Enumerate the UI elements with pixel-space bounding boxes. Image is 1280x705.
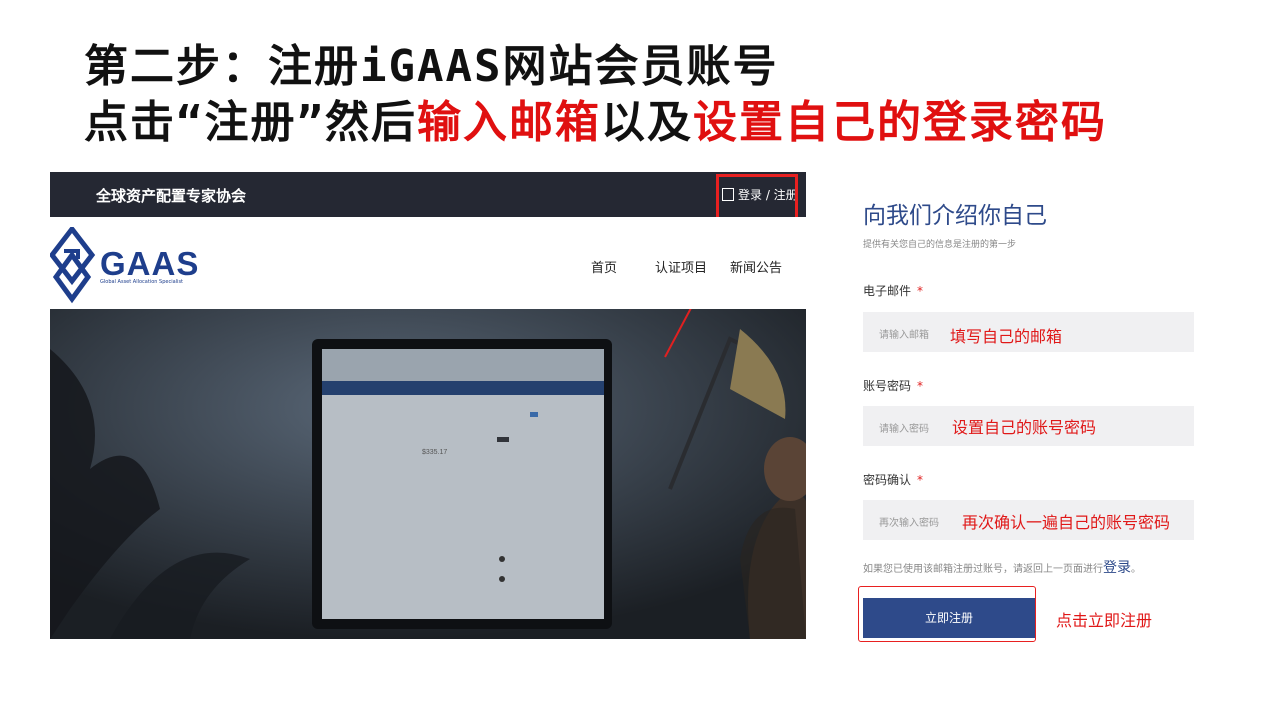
email-placeholder: 请输入邮箱 — [879, 330, 929, 341]
password-label: 账号密码 * — [863, 377, 923, 394]
register-now-button[interactable]: 立即注册 — [863, 598, 1035, 638]
login-link[interactable]: 登录 — [1103, 560, 1131, 576]
confirm-label-text: 密码确认 — [863, 473, 912, 487]
confirm-placeholder: 再次输入密码 — [879, 518, 939, 529]
required-asterisk: * — [917, 284, 924, 298]
website-screenshot: 全球资产配置专家协会 登录 / 注册 GAAS Global Asset All… — [50, 172, 806, 639]
instruction-heading-detail: 点击“注册”然后输入邮箱以及设置自己的登录密码 — [84, 86, 1107, 150]
form-title: 向我们介绍你自己 — [863, 203, 1047, 229]
email-label: 电子邮件 * — [863, 282, 923, 299]
login-hint-suffix: 。 — [1131, 564, 1141, 575]
site-navbar: GAAS Global Asset Allocation Specialist … — [50, 217, 806, 309]
heading-highlight-password: 设置自己的登录密码 — [692, 97, 1107, 148]
nav-item-certification[interactable]: 认证项目 — [655, 257, 707, 276]
gaas-logo-icon — [50, 227, 96, 304]
required-asterisk: * — [917, 473, 924, 487]
register-form-panel: 向我们介绍你自己 提供有关您自己的信息是注册的第一步 电子邮件 * 请输入邮箱 填… — [846, 172, 1206, 658]
hero-price-text: $335.17 — [422, 449, 447, 456]
confirm-annotation: 再次确认一遍自己的账号密码 — [962, 513, 1171, 532]
password-label-text: 账号密码 — [863, 379, 912, 393]
gaas-logo-subtitle: Global Asset Allocation Specialist — [100, 279, 184, 285]
password-annotation: 设置自己的账号密码 — [952, 418, 1097, 437]
instruction-heading-step: 第二步：注册iGAAS网站会员账号 — [84, 30, 778, 94]
gaas-logo-text: GAAS — [100, 245, 200, 282]
nav-item-home[interactable]: 首页 — [591, 257, 617, 276]
heading-line2-part1: 点击“注册”然后 — [84, 97, 417, 148]
heading-line2-part3: 以及 — [600, 97, 693, 148]
register-annotation: 点击立即注册 — [1056, 611, 1153, 630]
heading-line1-text: 第二步：注册iGAAS网站会员账号 — [84, 41, 779, 92]
hero-photo: $335.17 — [50, 309, 806, 639]
site-org-name: 全球资产配置专家协会 — [96, 187, 247, 205]
hero-image: $335.17 — [50, 309, 806, 639]
password-placeholder: 请输入密码 — [879, 424, 929, 435]
nav-item-news[interactable]: 新闻公告 — [730, 257, 782, 276]
form-subtitle: 提供有关您自己的信息是注册的第一步 — [863, 240, 1017, 250]
email-label-text: 电子邮件 — [863, 284, 912, 298]
confirm-password-label: 密码确认 * — [863, 471, 923, 488]
required-asterisk: * — [917, 379, 924, 393]
site-topbar: 全球资产配置专家协会 登录 / 注册 — [50, 172, 806, 217]
login-hint: 如果您已使用该邮箱注册过账号，请返回上一页面进行登录。 — [863, 557, 1141, 577]
email-annotation: 填写自己的邮箱 — [950, 327, 1063, 346]
heading-highlight-email: 输入邮箱 — [416, 97, 601, 148]
login-hint-text: 如果您已使用该邮箱注册过账号，请返回上一页面进行 — [863, 564, 1103, 575]
